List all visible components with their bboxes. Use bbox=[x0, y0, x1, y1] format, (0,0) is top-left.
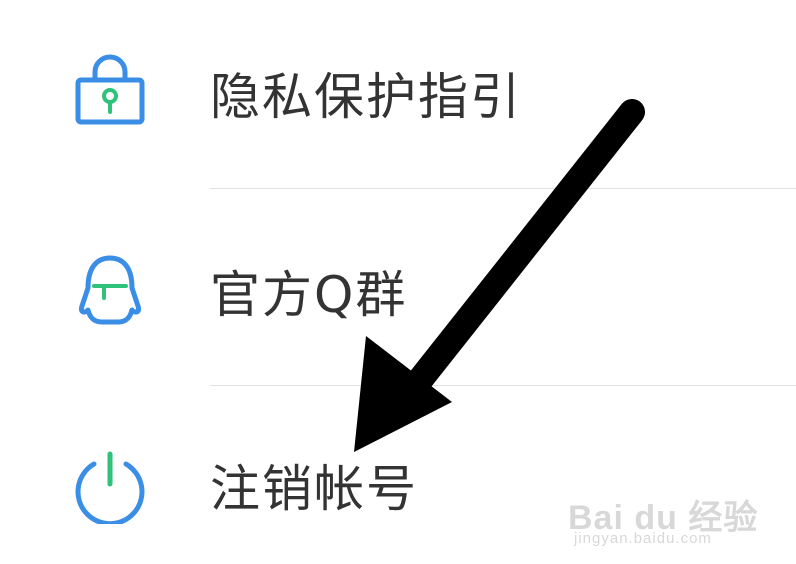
annotation-arrow bbox=[354, 99, 645, 452]
